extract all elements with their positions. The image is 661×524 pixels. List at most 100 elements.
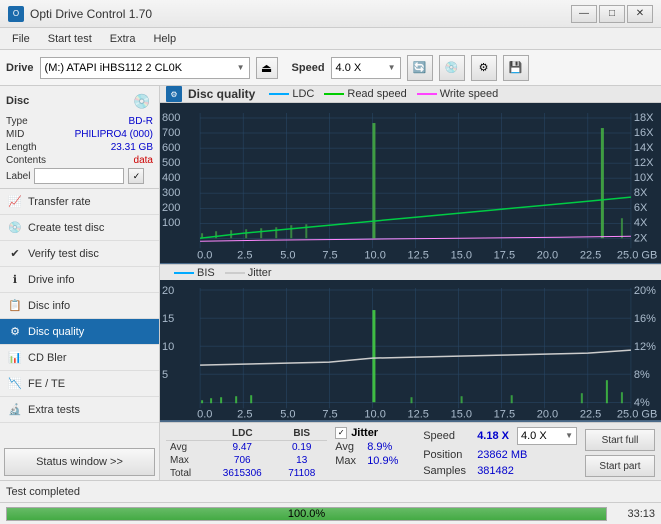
- bis-chart-svg: 20 15 10 5 20% 16% 12% 8% 4% 0.0 2.5 5.0: [160, 280, 661, 420]
- disc-label-row: Label ✓: [6, 168, 153, 184]
- drive-info-icon: ℹ: [8, 273, 22, 287]
- disc-contents-row: Contents data: [6, 155, 153, 166]
- legend-ldc: LDC: [269, 88, 314, 100]
- bis-line-icon: [174, 272, 194, 274]
- svg-text:16X: 16X: [634, 127, 654, 139]
- disc-eject-icon[interactable]: 💿: [131, 90, 153, 112]
- disc-mid-row: MID PHILIPRO4 (000): [6, 129, 153, 140]
- ldc-bis-table: LDC BIS Avg 9.47 0.19 Max 706: [166, 427, 327, 480]
- disc-mid-label: MID: [6, 129, 24, 140]
- svg-text:22.5: 22.5: [580, 249, 601, 261]
- avg-bis-value: 0.19: [276, 440, 327, 454]
- refresh-button[interactable]: 🔄: [407, 55, 433, 81]
- jitter-section: ✓ Jitter Avg 8.9% Max 10.9%: [335, 427, 415, 480]
- app-title: Opti Drive Control 1.70: [30, 7, 152, 21]
- svg-text:10.0: 10.0: [364, 249, 385, 261]
- sidebar-item-drive-info[interactable]: ℹ Drive info: [0, 267, 159, 293]
- svg-text:5.0: 5.0: [280, 409, 295, 421]
- disc-length-label: Length: [6, 142, 37, 153]
- samples-row: Samples 381482: [423, 465, 577, 477]
- disc-contents-label: Contents: [6, 155, 46, 166]
- chart-top-legend: LDC Read speed Write speed: [269, 88, 498, 100]
- disc-type-value: BD-R: [129, 116, 153, 127]
- jitter-avg-row: Avg 8.9%: [335, 441, 415, 453]
- menu-start-test[interactable]: Start test: [40, 31, 100, 47]
- svg-text:16%: 16%: [634, 313, 656, 325]
- statusbar: Test completed: [0, 480, 661, 502]
- progress-text: 100.0%: [7, 508, 606, 520]
- svg-text:20.0: 20.0: [537, 409, 558, 421]
- svg-text:10: 10: [162, 341, 174, 353]
- svg-text:10X: 10X: [634, 172, 654, 184]
- sidebar-item-extra-tests[interactable]: 🔬 Extra tests: [0, 397, 159, 423]
- sidebar-item-cd-bler[interactable]: 📊 CD Bler: [0, 345, 159, 371]
- legend-write: Write speed: [417, 88, 499, 100]
- svg-text:800: 800: [162, 112, 180, 124]
- disc-button[interactable]: 💿: [439, 55, 465, 81]
- sidebar-item-label-drive-info: Drive info: [28, 274, 74, 286]
- jitter-max-row: Max 10.9%: [335, 455, 415, 467]
- menu-file[interactable]: File: [4, 31, 38, 47]
- sidebar-item-transfer-rate[interactable]: 📈 Transfer rate: [0, 189, 159, 215]
- sidebar-item-verify-test-disc[interactable]: ✔ Verify test disc: [0, 241, 159, 267]
- svg-text:12.5: 12.5: [407, 249, 428, 261]
- menu-extra[interactable]: Extra: [102, 31, 144, 47]
- status-window-button[interactable]: Status window >>: [4, 448, 155, 476]
- titlebar: O Opti Drive Control 1.70 — □ ✕: [0, 0, 661, 28]
- max-bis-value: 13: [276, 454, 327, 467]
- svg-text:12X: 12X: [634, 157, 654, 169]
- svg-text:25.0 GB: 25.0 GB: [617, 249, 657, 261]
- charts-container: 800 700 600 500 400 300 200 100 18X 16X …: [160, 103, 661, 422]
- menu-help[interactable]: Help: [145, 31, 184, 47]
- settings-button[interactable]: ⚙: [471, 55, 497, 81]
- svg-text:12.5: 12.5: [407, 409, 428, 421]
- start-part-button[interactable]: Start part: [585, 455, 655, 477]
- disc-type-row: Type BD-R: [6, 116, 153, 127]
- eject-button[interactable]: ⏏: [256, 57, 278, 79]
- fe-te-icon: 📉: [8, 377, 22, 391]
- svg-text:400: 400: [162, 172, 180, 184]
- transfer-rate-icon: 📈: [8, 195, 22, 209]
- row-label-avg: Avg: [166, 440, 208, 454]
- svg-text:12%: 12%: [634, 341, 656, 353]
- jitter-max-value: 10.9%: [367, 455, 398, 467]
- position-row: Position 23862 MB: [423, 449, 577, 461]
- start-full-button[interactable]: Start full: [585, 429, 655, 451]
- sidebar-item-fe-te[interactable]: 📉 FE / TE: [0, 371, 159, 397]
- sidebar-item-label-transfer-rate: Transfer rate: [28, 196, 91, 208]
- svg-text:700: 700: [162, 127, 180, 139]
- content-icon: ⚙: [166, 86, 182, 102]
- minimize-button[interactable]: —: [571, 5, 597, 23]
- svg-text:14X: 14X: [634, 142, 654, 154]
- disc-label-input[interactable]: [34, 168, 124, 184]
- svg-text:8%: 8%: [634, 369, 650, 381]
- jitter-checkbox[interactable]: ✓: [335, 427, 347, 439]
- bis-chart: 20 15 10 5 20% 16% 12% 8% 4% 0.0 2.5 5.0: [160, 280, 661, 421]
- speed-select[interactable]: 4.0 X ▼: [331, 57, 401, 79]
- sidebar-item-label-cd-bler: CD Bler: [28, 352, 67, 364]
- disc-length-row: Length 23.31 GB: [6, 142, 153, 153]
- svg-text:15.0: 15.0: [451, 249, 472, 261]
- sidebar-item-create-test-disc[interactable]: 💿 Create test disc: [0, 215, 159, 241]
- verify-test-disc-icon: ✔: [8, 247, 22, 261]
- app-icon: O: [8, 6, 24, 22]
- close-button[interactable]: ✕: [627, 5, 653, 23]
- row-label-max: Max: [166, 454, 208, 467]
- menubar: File Start test Extra Help: [0, 28, 661, 50]
- speed-label: Speed: [292, 62, 325, 74]
- save-button[interactable]: 💾: [503, 55, 529, 81]
- speed-mini-select[interactable]: 4.0 X ▼: [517, 427, 577, 445]
- disc-label-confirm-button[interactable]: ✓: [128, 168, 144, 184]
- svg-text:5: 5: [162, 369, 168, 381]
- progressbar-container: 100.0% 33:13: [0, 502, 661, 524]
- main-layout: Disc 💿 Type BD-R MID PHILIPRO4 (000) Len…: [0, 86, 661, 480]
- drive-select[interactable]: (M:) ATAPI iHBS112 2 CL0K ▼: [40, 57, 250, 79]
- svg-text:22.5: 22.5: [580, 409, 601, 421]
- svg-text:15: 15: [162, 313, 174, 325]
- svg-text:500: 500: [162, 157, 180, 169]
- svg-text:15.0: 15.0: [451, 409, 472, 421]
- sidebar-item-disc-info[interactable]: 📋 Disc info: [0, 293, 159, 319]
- speed-field-value: 4.18 X: [477, 430, 509, 442]
- sidebar-item-disc-quality[interactable]: ⚙ Disc quality: [0, 319, 159, 345]
- maximize-button[interactable]: □: [599, 5, 625, 23]
